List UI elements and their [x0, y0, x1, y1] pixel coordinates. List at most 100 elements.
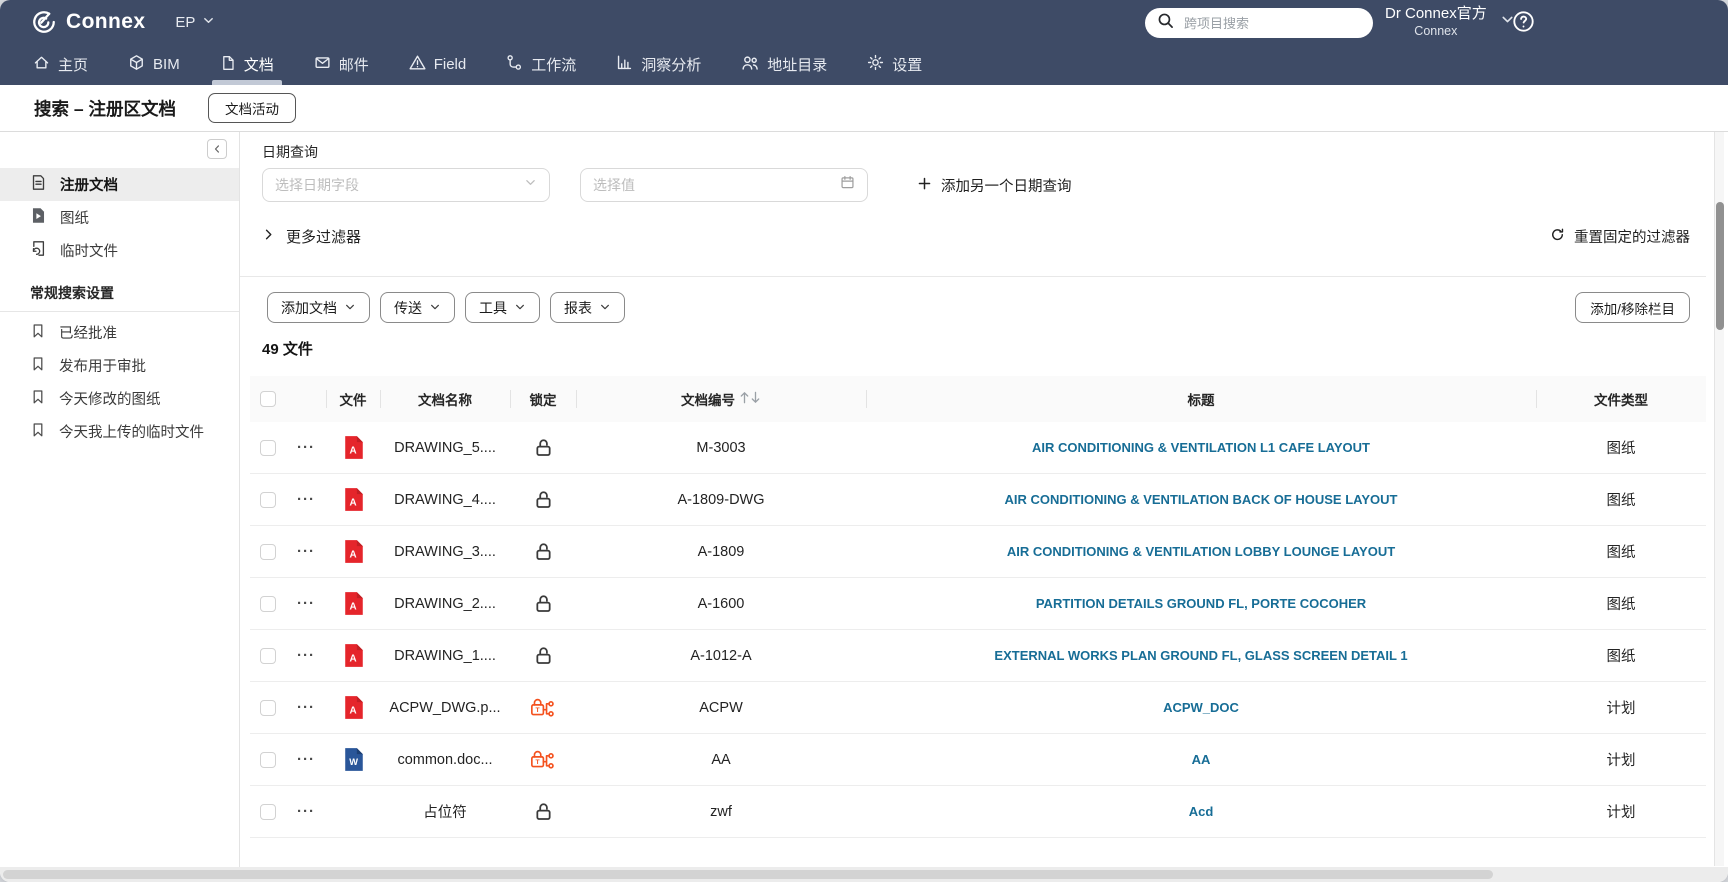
bookmark-icon: [30, 356, 46, 376]
nav-item-flow[interactable]: 工作流: [506, 44, 576, 85]
row-menu-button[interactable]: ···: [286, 751, 326, 768]
toolbar-button[interactable]: 报表: [550, 292, 625, 323]
select-all-checkbox[interactable]: [260, 391, 276, 407]
doc-title-link[interactable]: AIR CONDITIONING & VENTILATION BACK OF H…: [1005, 492, 1398, 507]
pdf-file-icon: A: [326, 643, 380, 668]
vertical-scrollbar[interactable]: [1714, 132, 1724, 866]
row-menu-button[interactable]: ···: [286, 699, 326, 716]
user-menu[interactable]: Dr Connex官方 Connex: [1385, 4, 1515, 39]
table-row[interactable]: ··· A DRAWING_2.... A-1600 PARTITION DETAILS…: [250, 578, 1706, 630]
doc-title-link[interactable]: Acd: [1189, 804, 1214, 819]
doc-name: DRAWING_4....: [394, 491, 496, 508]
toolbar-button[interactable]: 添加文档: [267, 292, 370, 323]
add-remove-columns-button[interactable]: 添加/移除栏目: [1575, 292, 1690, 323]
add-date-query-button[interactable]: 添加另一个日期查询: [917, 175, 1072, 196]
date-field-select[interactable]: 选择日期字段: [262, 168, 550, 202]
help-icon[interactable]: [1512, 10, 1535, 38]
pdf-file-icon: A: [326, 487, 380, 512]
row-checkbox[interactable]: [260, 803, 276, 820]
nav-item-warn[interactable]: Field: [409, 44, 466, 85]
file-type: 计划: [1606, 753, 1636, 769]
brand-row: Connex EP Dr Connex官方 Connex: [0, 0, 1728, 44]
sidebar-item-saved-3[interactable]: 今天我上传的临时文件: [0, 415, 239, 448]
nav-item-gear[interactable]: 设置: [867, 44, 922, 85]
more-filters-toggle[interactable]: 更多过滤器: [262, 226, 361, 247]
global-search[interactable]: [1145, 8, 1373, 38]
sort-controls: [739, 390, 761, 408]
row-menu-button[interactable]: ···: [286, 803, 326, 820]
col-file: 文件: [326, 389, 380, 409]
sidebar-item-1[interactable]: 图纸: [0, 201, 239, 234]
sidebar-section-title: 常规搜索设置: [30, 285, 114, 301]
row-checkbox[interactable]: [260, 595, 276, 612]
row-menu-button[interactable]: ···: [286, 491, 326, 508]
row-menu-button[interactable]: ···: [286, 439, 326, 456]
doc-title-link[interactable]: EXTERNAL WORKS PLAN GROUND FL, GLASS SCR…: [994, 648, 1407, 663]
toolbar-button[interactable]: 工具: [465, 292, 540, 323]
table-row[interactable]: ··· A DRAWING_3.... A-1809 AIR CONDITIONING …: [250, 526, 1706, 578]
nav-item-home[interactable]: 主页: [33, 44, 88, 85]
project-switcher[interactable]: EP: [175, 14, 215, 31]
table-row[interactable]: ··· A DRAWING_4.... A-1809-DWG AIR CONDITION…: [250, 474, 1706, 526]
doc-title-link[interactable]: AA: [1192, 752, 1211, 767]
doc-number: zwf: [710, 803, 732, 820]
doc-title-link[interactable]: PARTITION DETAILS GROUND FL, PORTE COCOH…: [1036, 596, 1366, 611]
workflow-lock-icon: T: [510, 749, 576, 770]
doc-title-link[interactable]: AIR CONDITIONING & VENTILATION LOBBY LOU…: [1007, 544, 1395, 559]
nav-item-users[interactable]: 地址目录: [741, 44, 827, 85]
vertical-scrollbar-thumb[interactable]: [1716, 202, 1724, 330]
nav-item-doc[interactable]: 文档: [211, 44, 282, 85]
chevron-down-icon: [344, 300, 356, 316]
pdf-file-icon: A: [326, 539, 380, 564]
row-checkbox[interactable]: [260, 491, 276, 508]
nav-item-chart[interactable]: 洞察分析: [616, 44, 701, 85]
table-row[interactable]: ··· Wcommon.doc... T AA AA 计划: [250, 734, 1706, 786]
bookmark-icon: [30, 389, 46, 409]
nav-item-cube[interactable]: BIM: [128, 44, 180, 85]
doc-title-link[interactable]: ACPW_DOC: [1163, 700, 1239, 715]
sidebar-item-saved-1[interactable]: 发布用于审批: [0, 349, 239, 382]
horizontal-scrollbar[interactable]: [0, 867, 1728, 882]
connex-logo-icon[interactable]: [31, 9, 57, 35]
table-row[interactable]: ··· 占位符 zwf Acd 计划: [250, 786, 1706, 838]
row-checkbox[interactable]: [260, 647, 276, 664]
sort-desc-icon[interactable]: [750, 390, 761, 408]
date-value-placeholder: 选择值: [593, 177, 635, 193]
doc-name: DRAWING_3....: [394, 543, 496, 560]
date-value-input[interactable]: 选择值: [580, 168, 868, 202]
date-filter-row: 选择日期字段 选择值 添加另一个日期查询: [262, 168, 1072, 202]
doc-name: DRAWING_1....: [394, 647, 496, 664]
row-checkbox[interactable]: [260, 543, 276, 560]
doc-title-link[interactable]: AIR CONDITIONING & VENTILATION L1 CAFE L…: [1032, 440, 1370, 455]
search-input[interactable]: [1182, 14, 1362, 32]
svg-text:A: A: [349, 705, 356, 716]
toolbar-button[interactable]: 传送: [380, 292, 455, 323]
row-checkbox[interactable]: [260, 439, 276, 456]
reset-icon: [1550, 227, 1565, 246]
sidebar-item-2[interactable]: 临时文件: [0, 234, 239, 267]
col-type: 文件类型: [1536, 389, 1706, 409]
file-type: 计划: [1606, 701, 1636, 717]
horizontal-scrollbar-thumb[interactable]: [3, 870, 1493, 879]
nav-item-mail[interactable]: 邮件: [314, 44, 369, 85]
row-checkbox[interactable]: [260, 699, 276, 716]
table-row[interactable]: ··· A DRAWING_5.... M-3003 AIR CONDITIONING …: [250, 422, 1706, 474]
workflow-lock-icon: T: [510, 697, 576, 718]
unlocked-icon: [510, 437, 576, 458]
row-checkbox[interactable]: [260, 751, 276, 768]
sidebar-item-0[interactable]: 注册文档: [0, 168, 239, 201]
row-menu-button[interactable]: ···: [286, 595, 326, 612]
table-row[interactable]: ··· A DRAWING_1.... A-1012-A EXTERNAL WORKS …: [250, 630, 1706, 682]
table-row[interactable]: ··· A ACPW_DWG.p... T ACPW ACPW_DOC 计划: [250, 682, 1706, 734]
section-divider: [240, 276, 1706, 277]
documents-table: 文件 文档名称 锁定 文档编号 标题 文件类型 ··· A DRAWING_5...…: [250, 376, 1706, 838]
row-menu-button[interactable]: ···: [286, 543, 326, 560]
row-menu-button[interactable]: ···: [286, 647, 326, 664]
reset-pinned-filters-button[interactable]: 重置固定的过滤器: [1550, 226, 1690, 247]
sidebar-item-saved-2[interactable]: 今天修改的图纸: [0, 382, 239, 415]
doc-activity-button[interactable]: 文档活动: [207, 93, 296, 123]
sidebar-item-saved-0[interactable]: 已经批准: [0, 316, 239, 349]
doc-name: 占位符: [423, 805, 467, 821]
svg-text:A: A: [349, 653, 356, 664]
sidebar-collapse-button[interactable]: [207, 139, 227, 159]
